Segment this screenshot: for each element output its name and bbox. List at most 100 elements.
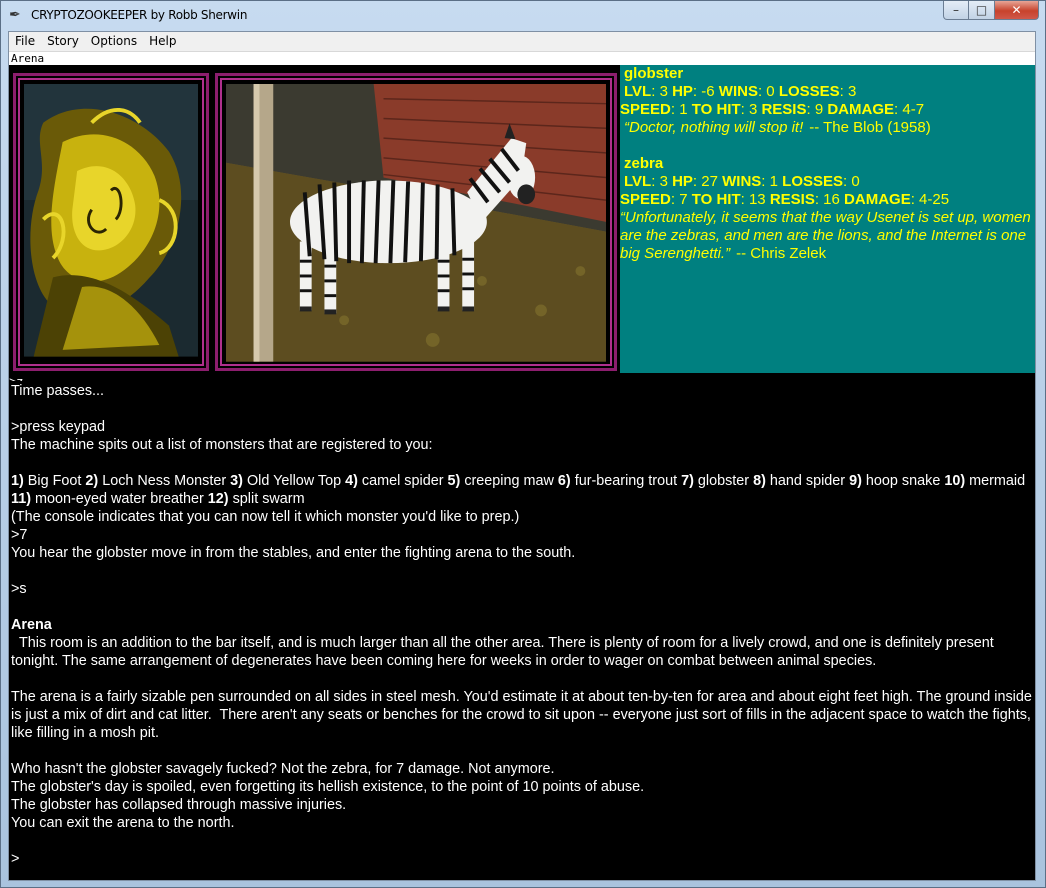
combat-line: Who hasn't the globster savagely fucked?… [11, 761, 555, 777]
lvl-label: LVL [624, 173, 652, 190]
monster-name: Old Yellow Top [246, 473, 342, 489]
command-line: >7 [11, 527, 28, 543]
creature-name-zebra: zebra [624, 155, 664, 172]
lvl-label: LVL [624, 83, 652, 100]
room-description: This room is an addition to the bar itse… [11, 635, 998, 669]
log-blank [11, 670, 1033, 688]
combat-line: The globster's day is spoiled, even forg… [11, 779, 645, 795]
monster-number: 7) [681, 473, 694, 489]
damage-label: DAMAGE [844, 191, 911, 208]
monster-name: Big Foot [27, 473, 82, 489]
app-window: ✒ CRYPTOZOOKEEPER by Robb Sherwin – □ ✕ … [0, 0, 1046, 888]
combat-line: The globster has collapsed through massi… [11, 797, 347, 813]
monster-number: 9) [849, 473, 862, 489]
log-blank [11, 454, 1033, 472]
zebra-resis: 16 [823, 191, 840, 208]
globster-creature-image [24, 84, 198, 357]
log-blank [11, 742, 1033, 760]
monster-name: fur-bearing trout [574, 473, 678, 489]
resis-label: RESIS [761, 101, 807, 118]
damage-label: DAMAGE [827, 101, 895, 118]
monster-name: camel spider [361, 473, 444, 489]
monster-number: 11) [11, 491, 32, 507]
hp-label: HP [672, 83, 693, 100]
monster-name: moon-eyed water breather [35, 491, 204, 507]
log-line: You can exit the arena to the north. [11, 815, 235, 831]
zebra-wins: 1 [769, 173, 778, 190]
globster-quote-text: “Doctor, nothing will stop it! [624, 119, 804, 136]
menu-file[interactable]: File [9, 32, 41, 51]
window-title: CRYPTOZOOKEEPER by Robb Sherwin [31, 8, 248, 22]
game-transcript: Time passes... >press keypad The machine… [11, 382, 1033, 868]
speed-label: SPEED [620, 101, 671, 118]
zebra-hp: 27 [701, 173, 718, 190]
log-blank [11, 598, 1033, 616]
log-blank [11, 400, 1033, 418]
menu-help[interactable]: Help [143, 32, 182, 51]
maximize-button[interactable]: □ [969, 1, 995, 20]
zebra-quote-author: -- Chris Zelek [736, 245, 827, 262]
globster-speed: 1 [679, 101, 688, 118]
speed-label: SPEED [620, 191, 671, 208]
client-area: File Story Options Help Arena globster L… [8, 31, 1036, 881]
clipped-previous-line: >z [9, 375, 1035, 381]
menu-options[interactable]: Options [85, 32, 143, 51]
monster-number: 8) [753, 473, 766, 489]
close-button[interactable]: ✕ [995, 1, 1039, 20]
maximize-icon: □ [975, 3, 988, 17]
monster-name: hoop snake [865, 473, 941, 489]
minimize-button[interactable]: – [943, 1, 969, 20]
monster-list: 1) Big Foot 2) Loch Ness Monster 3) Old … [11, 472, 1033, 508]
globster-hp: -6 [701, 83, 715, 100]
room-title: Arena [11, 617, 52, 633]
globster-wins: 0 [766, 83, 775, 100]
monster-number: 3) [230, 473, 243, 489]
globster-to-hit: 3 [748, 101, 758, 118]
globster-quote: “Doctor, nothing will stop it! -- The Blo… [620, 119, 1035, 137]
globster-image-frame [13, 73, 209, 371]
zebra-lvl: 3 [659, 173, 668, 190]
command-line: >press keypad [11, 419, 105, 435]
monster-name: mermaid [969, 473, 1026, 489]
zebra-to-hit: 13 [748, 191, 766, 208]
menu-story[interactable]: Story [41, 32, 85, 51]
room-description: The arena is a fairly sizable pen surrou… [11, 689, 1032, 741]
command-line: >s [11, 581, 27, 597]
monster-number: 10) [944, 473, 966, 489]
log-line: Time passes... [11, 383, 105, 399]
monster-name: split swarm [232, 491, 305, 507]
globster-stats-row-1: LVL: 3 HP: -6 WINS: 0 LOSSES: 3 [624, 83, 857, 100]
to-hit-label: TO HIT [691, 101, 741, 118]
zebra-damage: 4-25 [919, 191, 950, 208]
close-icon: ✕ [1011, 3, 1022, 17]
monster-name: creeping maw [464, 473, 554, 489]
globster-resis: 9 [814, 101, 824, 118]
zebra-losses: 0 [851, 173, 860, 190]
game-window[interactable]: globster LVL: 3 HP: -6 WINS: 0 LOSSES: 3… [9, 65, 1035, 880]
monster-name: hand spider [769, 473, 846, 489]
title-bar[interactable]: ✒ CRYPTOZOOKEEPER by Robb Sherwin – □ ✕ [1, 1, 1045, 29]
monster-number: 2) [85, 473, 99, 489]
zebra-photo [226, 84, 606, 362]
creature-stats-panel: globster LVL: 3 HP: -6 WINS: 0 LOSSES: 3… [620, 65, 1035, 373]
monster-number: 12) [207, 491, 229, 507]
zebra-stats-row-1: LVL: 3 HP: 27 WINS: 1 LOSSES: 0 [624, 173, 860, 190]
globster-lvl: 3 [659, 83, 668, 100]
command-prompt[interactable]: > [11, 850, 1033, 868]
zebra-speed: 7 [679, 191, 688, 208]
globster-quote-author: -- The Blob (1958) [809, 119, 931, 136]
monster-number: 4) [345, 473, 358, 489]
globster-damage: 4-7 [902, 101, 925, 118]
feather-pen-icon: ✒ [9, 7, 21, 23]
globster-stats-row-2: SPEED: 1 TO HIT: 3 RESIS: 9 DAMAGE: 4-7 [620, 101, 925, 118]
globster-losses: 3 [848, 83, 857, 100]
monster-name: Loch Ness Monster [102, 473, 227, 489]
zebra-stats-row-2: SPEED: 7 TO HIT: 13 RESIS: 16 DAMAGE: 4-… [620, 191, 950, 208]
window-controls: – □ ✕ [943, 1, 1039, 21]
hp-label: HP [672, 173, 693, 190]
monster-name: globster [697, 473, 750, 489]
resis-label: RESIS [769, 191, 815, 208]
log-line: You hear the globster move in from the s… [11, 545, 576, 561]
zebra-image-frame [215, 73, 617, 371]
wins-label: WINS [722, 173, 762, 190]
